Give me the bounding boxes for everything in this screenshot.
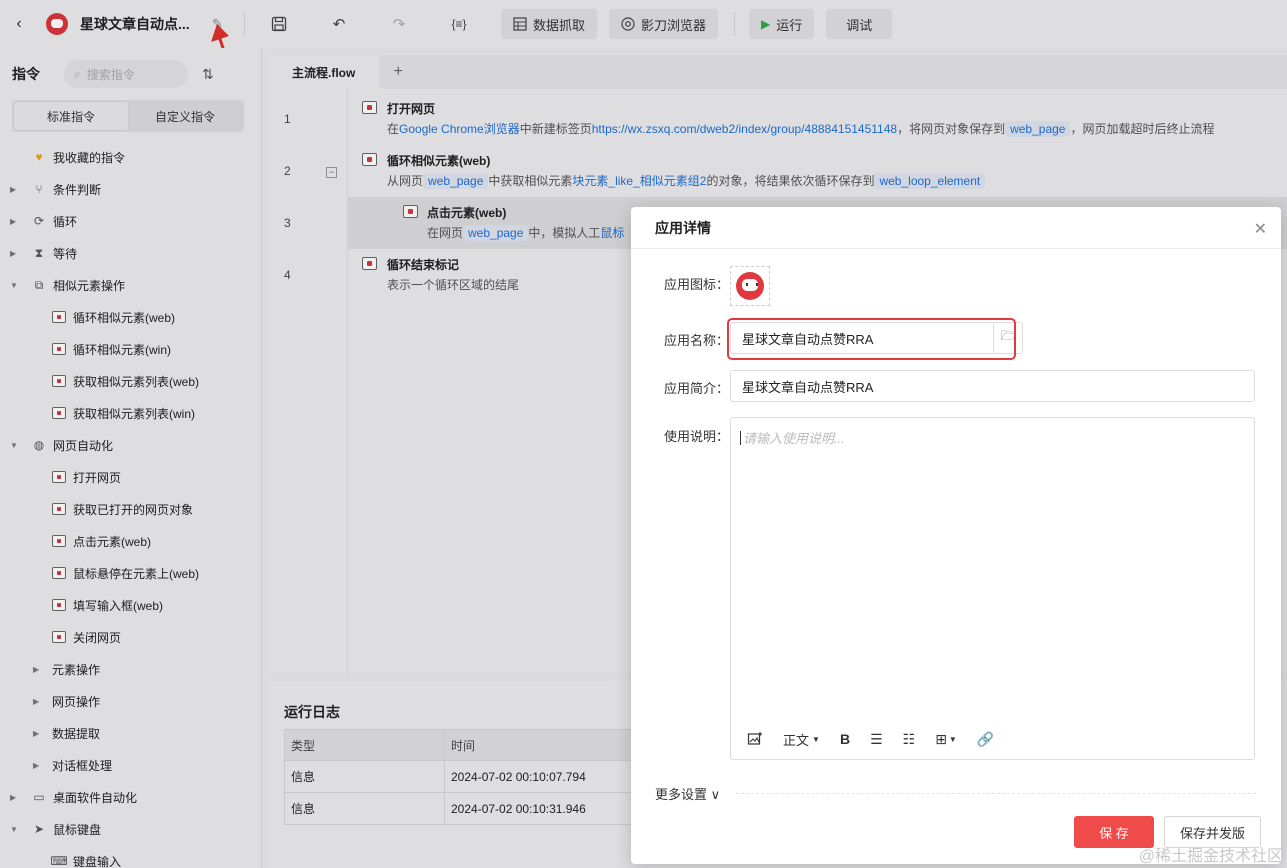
usage-label: 使用说明： — [664, 429, 730, 444]
paragraph-format-dropdown[interactable]: 正文 ▼ — [783, 730, 820, 749]
link-icon[interactable]: 🔗 — [977, 731, 994, 748]
app-intro-value: 星球文章自动点赞RRA — [742, 379, 874, 395]
dialog-header: 应用详情 — [631, 207, 1281, 249]
usage-editor[interactable]: 请输入使用说明... 正文 ▼ B ☰ ☷ ⊞ ▼ 🔗 — [730, 417, 1255, 760]
annotation-highlight-box — [727, 318, 1016, 360]
editor-toolbar: 正文 ▼ B ☰ ☷ ⊞ ▼ 🔗 — [731, 719, 1254, 759]
numbered-list-icon[interactable]: ☷ — [903, 731, 916, 748]
format-label: 正文 — [783, 732, 810, 748]
dialog-title: 应用详情 — [655, 219, 711, 236]
app-details-dialog: 应用详情 ✕ 应用图标： 应用名称： 星球文章自动点赞RRA 🗁 应用简介： 星… — [631, 207, 1281, 864]
app-icon-label: 应用图标： — [664, 277, 730, 292]
robot-logo-icon — [736, 272, 764, 300]
more-settings-label: 更多设置 — [655, 787, 708, 802]
chevron-down-icon: ∨ — [707, 787, 721, 802]
close-icon[interactable]: ✕ — [1254, 219, 1267, 239]
insert-image-icon[interactable] — [747, 731, 763, 747]
bullet-list-icon[interactable]: ☰ — [870, 731, 883, 748]
table-insert-icon[interactable]: ⊞ ▼ — [935, 731, 957, 748]
app-intro-input[interactable]: 星球文章自动点赞RRA — [730, 370, 1255, 402]
bold-icon[interactable]: B — [840, 731, 850, 747]
app-intro-label: 应用简介： — [664, 381, 730, 396]
more-settings-toggle[interactable]: 更多设置 ∨ — [655, 784, 720, 803]
chevron-down-icon: ▼ — [812, 734, 820, 744]
app-name-label: 应用名称： — [664, 333, 730, 348]
watermark: @稀土掘金技术社区 — [1138, 848, 1283, 865]
app-icon-picker[interactable] — [730, 266, 770, 306]
usage-placeholder: 请输入使用说明... — [740, 428, 845, 447]
divider — [736, 793, 1256, 794]
